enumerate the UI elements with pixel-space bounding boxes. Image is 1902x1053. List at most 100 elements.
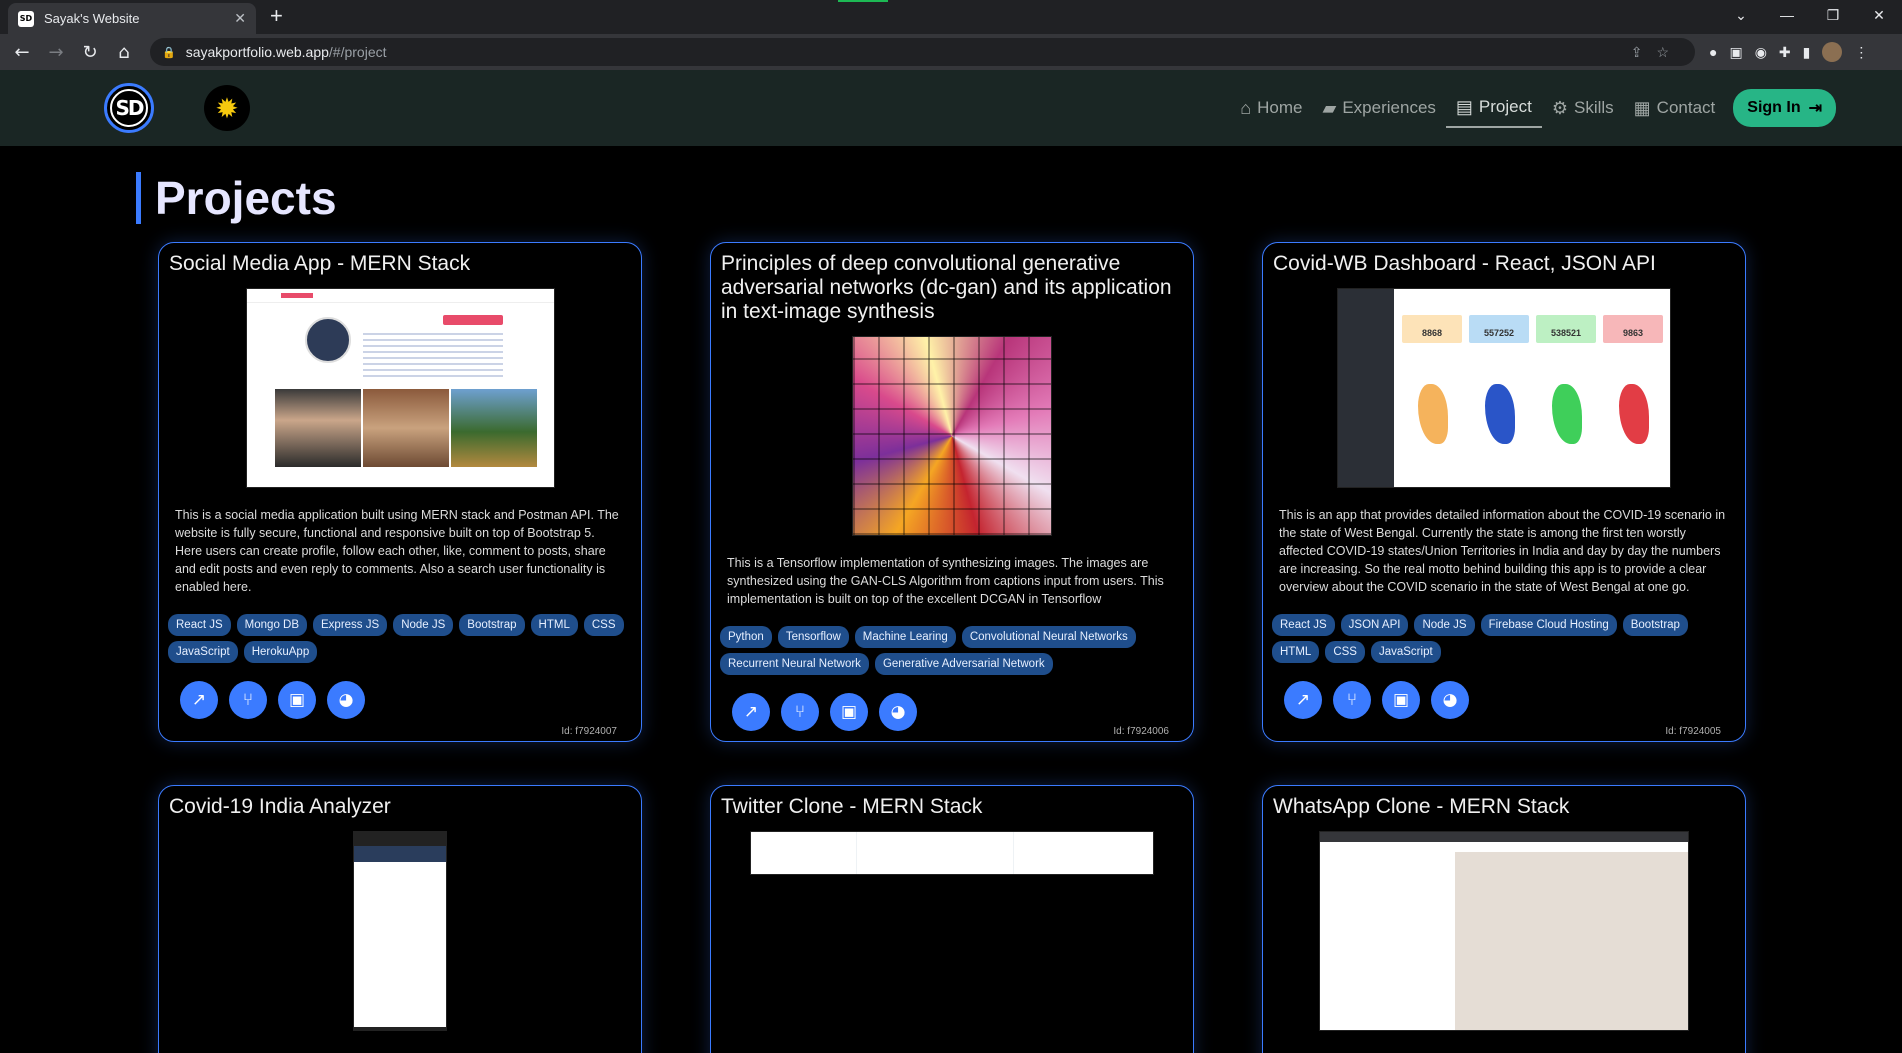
project-actions: ↗ ⑂ ▣ ◕	[159, 681, 641, 719]
nav-home-label: Home	[1257, 98, 1303, 117]
tag-list: React JS JSON API Node JS Firebase Cloud…	[1263, 614, 1745, 663]
nav-experiences[interactable]: ▰ Experiences	[1313, 88, 1446, 128]
project-id: Id: f7924007	[561, 726, 617, 737]
theme-toggle-sun-icon[interactable]: ✹	[204, 85, 250, 131]
project-thumbnail[interactable]	[1319, 831, 1689, 1031]
tag: JavaScript	[1370, 641, 1441, 663]
reload-icon[interactable]: ↻	[76, 42, 104, 63]
tag: CSS	[583, 614, 624, 636]
profile-avatar[interactable]	[1822, 42, 1843, 62]
camera-extension-icon[interactable]: ◉	[1755, 44, 1767, 61]
contact-card-icon: ▦	[1633, 97, 1651, 118]
logo-text: SD	[110, 89, 148, 127]
external-link-icon[interactable]: ↗	[180, 681, 218, 719]
tag: CSS	[1325, 641, 1365, 663]
tag: Express JS	[313, 614, 388, 636]
tag: Node JS	[1414, 614, 1475, 636]
project-card: Covid-WB Dashboard - React, JSON API 886…	[1262, 242, 1746, 742]
clipboard-icon: ▤	[1455, 96, 1473, 117]
tag: HTML	[1272, 641, 1320, 663]
nav-experiences-label: Experiences	[1342, 98, 1436, 117]
extension-icon[interactable]: ▣	[1729, 44, 1742, 61]
site-logo[interactable]: SD	[104, 83, 154, 133]
forward-icon[interactable]: →	[42, 42, 70, 63]
github-icon[interactable]: ◕	[879, 693, 917, 731]
menu-icon[interactable]: ⋮	[1854, 44, 1868, 61]
thumb-text-lines	[362, 329, 503, 377]
page-title: Projects	[136, 172, 337, 224]
thumb-map	[1418, 384, 1448, 444]
sidepanel-icon[interactable]: ▮	[1803, 44, 1811, 61]
project-card: Social Media App - MERN Stack This is a …	[158, 242, 642, 742]
book-icon[interactable]: ▣	[1382, 681, 1420, 719]
minimize-icon[interactable]: —	[1764, 7, 1810, 23]
tab-search-icon[interactable]: ⌄	[1718, 7, 1764, 24]
tag: Firebase Cloud Hosting	[1480, 614, 1617, 636]
nav-home[interactable]: ⌂ Home	[1230, 88, 1312, 128]
nav-project[interactable]: ▤ Project	[1445, 88, 1542, 128]
browser-tab[interactable]: SD Sayak's Website ✕	[8, 3, 256, 34]
project-thumbnail[interactable]	[852, 336, 1052, 536]
thumb-stat-box: 557252	[1469, 315, 1529, 343]
tag-list: Python Tensorflow Machine Learing Convol…	[711, 626, 1193, 675]
thumb-map	[1619, 384, 1649, 444]
url-host: sayakportfolio.web.app	[185, 44, 329, 60]
project-thumbnail[interactable]	[245, 288, 555, 488]
tag: React JS	[168, 614, 231, 636]
tag: Generative Adversarial Network	[874, 653, 1053, 675]
tag-list: React JS Mongo DB Express JS Node JS Boo…	[159, 614, 641, 663]
git-branch-icon[interactable]: ⑂	[229, 681, 267, 719]
briefcase-icon: ▰	[1322, 97, 1337, 118]
github-icon[interactable]: ◕	[1431, 681, 1469, 719]
puzzle-icon[interactable]: ✚	[1779, 44, 1791, 61]
project-thumbnail[interactable]	[353, 831, 447, 1031]
browser-tabstrip: SD Sayak's Website ✕ + ⌄ — ❐ ✕	[0, 0, 1902, 34]
project-title: Twitter Clone - MERN Stack	[721, 795, 983, 818]
home-browser-icon[interactable]: ⌂	[110, 42, 138, 63]
thumb-photo	[274, 389, 361, 467]
tag: Machine Learing	[854, 626, 956, 648]
book-icon[interactable]: ▣	[830, 693, 868, 731]
project-title: Covid-19 India Analyzer	[169, 795, 391, 818]
extension-icon[interactable]: ●	[1709, 44, 1717, 60]
site-navbar: SD ✹ ⌂ Home ▰ Experiences ▤ Project ⚙ Skills…	[0, 70, 1902, 146]
gear-icon: ⚙	[1551, 97, 1568, 118]
tag: HTML	[530, 614, 578, 636]
project-description: This is a Tensorflow implementation of s…	[727, 556, 1164, 606]
share-bookmark-icons[interactable]: ⇪☆	[1631, 44, 1683, 61]
tag: JavaScript	[168, 641, 238, 663]
nav-contact[interactable]: ▦ Contact	[1624, 88, 1726, 128]
close-window-icon[interactable]: ✕	[1856, 7, 1902, 24]
external-link-icon[interactable]: ↗	[732, 693, 770, 731]
tag: Bootstrap	[1622, 614, 1688, 636]
restore-icon[interactable]: ❐	[1810, 7, 1856, 24]
thumb-stat-box: 8868	[1402, 315, 1462, 343]
project-title: Principles of deep convolutional generat…	[721, 252, 1172, 323]
sign-in-button[interactable]: Sign In ⇥	[1733, 89, 1836, 127]
thumb-photo	[362, 389, 449, 467]
nav-skills-label: Skills	[1573, 98, 1614, 117]
thumb-photo	[450, 389, 537, 467]
favicon-icon: SD	[18, 10, 34, 27]
external-link-icon[interactable]: ↗	[1284, 681, 1322, 719]
thumb-profile-pic	[304, 317, 351, 363]
git-branch-icon[interactable]: ⑂	[781, 693, 819, 731]
media-indicator	[838, 0, 888, 2]
git-branch-icon[interactable]: ⑂	[1333, 681, 1371, 719]
nav-links: ⌂ Home ▰ Experiences ▤ Project ⚙ Skills ▦ Con…	[1230, 70, 1836, 146]
new-tab-icon[interactable]: +	[270, 3, 283, 29]
tag: Recurrent Neural Network	[720, 653, 869, 675]
address-bar[interactable]: 🔒 sayakportfolio.web.app/#/project ⇪☆	[150, 38, 1695, 66]
book-icon[interactable]: ▣	[278, 681, 316, 719]
project-thumbnail[interactable]	[750, 831, 1154, 875]
window-controls: ⌄ — ❐ ✕	[1718, 0, 1902, 30]
close-tab-icon[interactable]: ✕	[234, 10, 246, 27]
nav-skills[interactable]: ⚙ Skills	[1542, 88, 1624, 128]
lock-icon: 🔒	[162, 46, 176, 59]
back-icon[interactable]: ←	[8, 42, 36, 63]
tab-title: Sayak's Website	[44, 11, 140, 26]
project-thumbnail[interactable]: 8868 557252 538521 9863	[1337, 288, 1671, 488]
github-icon[interactable]: ◕	[327, 681, 365, 719]
tag: Tensorflow	[777, 626, 849, 648]
url-path: /#/project	[328, 44, 387, 60]
